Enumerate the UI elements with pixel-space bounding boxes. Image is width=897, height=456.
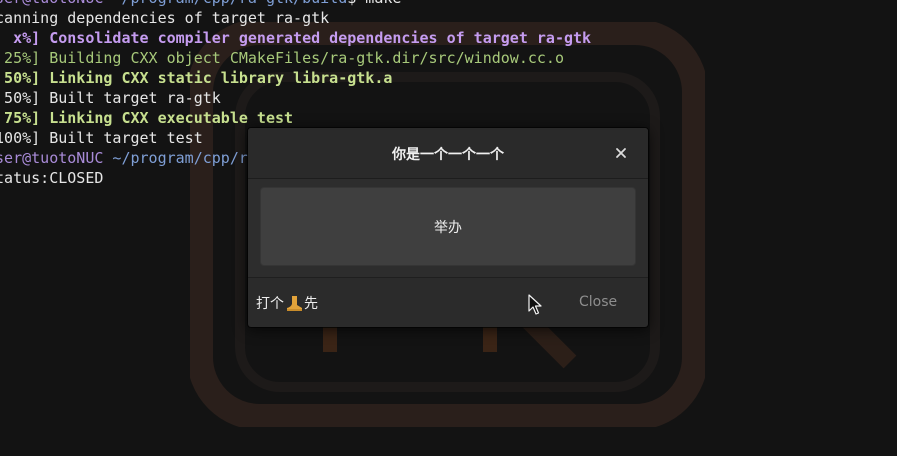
close-icon[interactable] [612,144,630,162]
terminal-text: status:CLOSED [0,169,104,187]
terminal-line: [ 50%] Built target ra-gtk [0,88,591,108]
terminal-line: Scanning dependencies of target ra-gtk [0,8,591,28]
terminal-text: Scanning dependencies of target ra-gtk [0,9,330,27]
terminal-text: [ 50%] Linking CXX static library libra-… [0,69,393,87]
boot-icon [287,295,302,311]
terminal-text: [ 50%] Built target ra-gtk [0,89,221,107]
mouse-pointer-icon [528,294,542,315]
dialog-footer: 打个 先 Close [248,278,648,327]
dialog-content: 举办 [248,179,648,278]
terminal-line: user@tuotoNUC ~/program/cpp/ra-gtk/build… [0,0,591,8]
terminal-text: [ x%] Consolidate compiler generated dep… [0,29,592,47]
dialog-window: 你是一个一个一个 举办 打个 先 Close [248,128,648,327]
terminal-text: ~/program/cpp/ra-gtk/build [103,0,347,7]
terminal-line: [ x%] Consolidate compiler generated dep… [0,28,591,48]
terminal-text: user@tuotoNUC [0,149,104,167]
terminal-line: [ 50%] Linking CXX static library libra-… [0,68,591,88]
dialog-titlebar[interactable]: 你是一个一个一个 [248,128,648,179]
terminal-text: [ 75%] Linking CXX executable test [0,109,294,127]
terminal-text: [100%] Built target test [0,129,203,147]
footer-text-after: 先 [304,296,318,312]
terminal-text: user@tuotoNUC [0,0,103,7]
terminal-line: [ 25%] Building CXX object CMakeFiles/ra… [0,48,591,68]
terminal-line: [ 75%] Linking CXX executable test [0,108,591,128]
terminal-text: $ make [347,0,401,7]
dialog-title: 你是一个一个一个 [392,147,504,163]
footer-label: 打个 先 [256,293,318,313]
footer-text-before: 打个 [256,296,284,312]
main-action-button[interactable]: 举办 [260,187,636,266]
close-button[interactable]: Close [579,294,617,310]
terminal-text: [ 25%] Building CXX object CMakeFiles/ra… [0,49,564,67]
